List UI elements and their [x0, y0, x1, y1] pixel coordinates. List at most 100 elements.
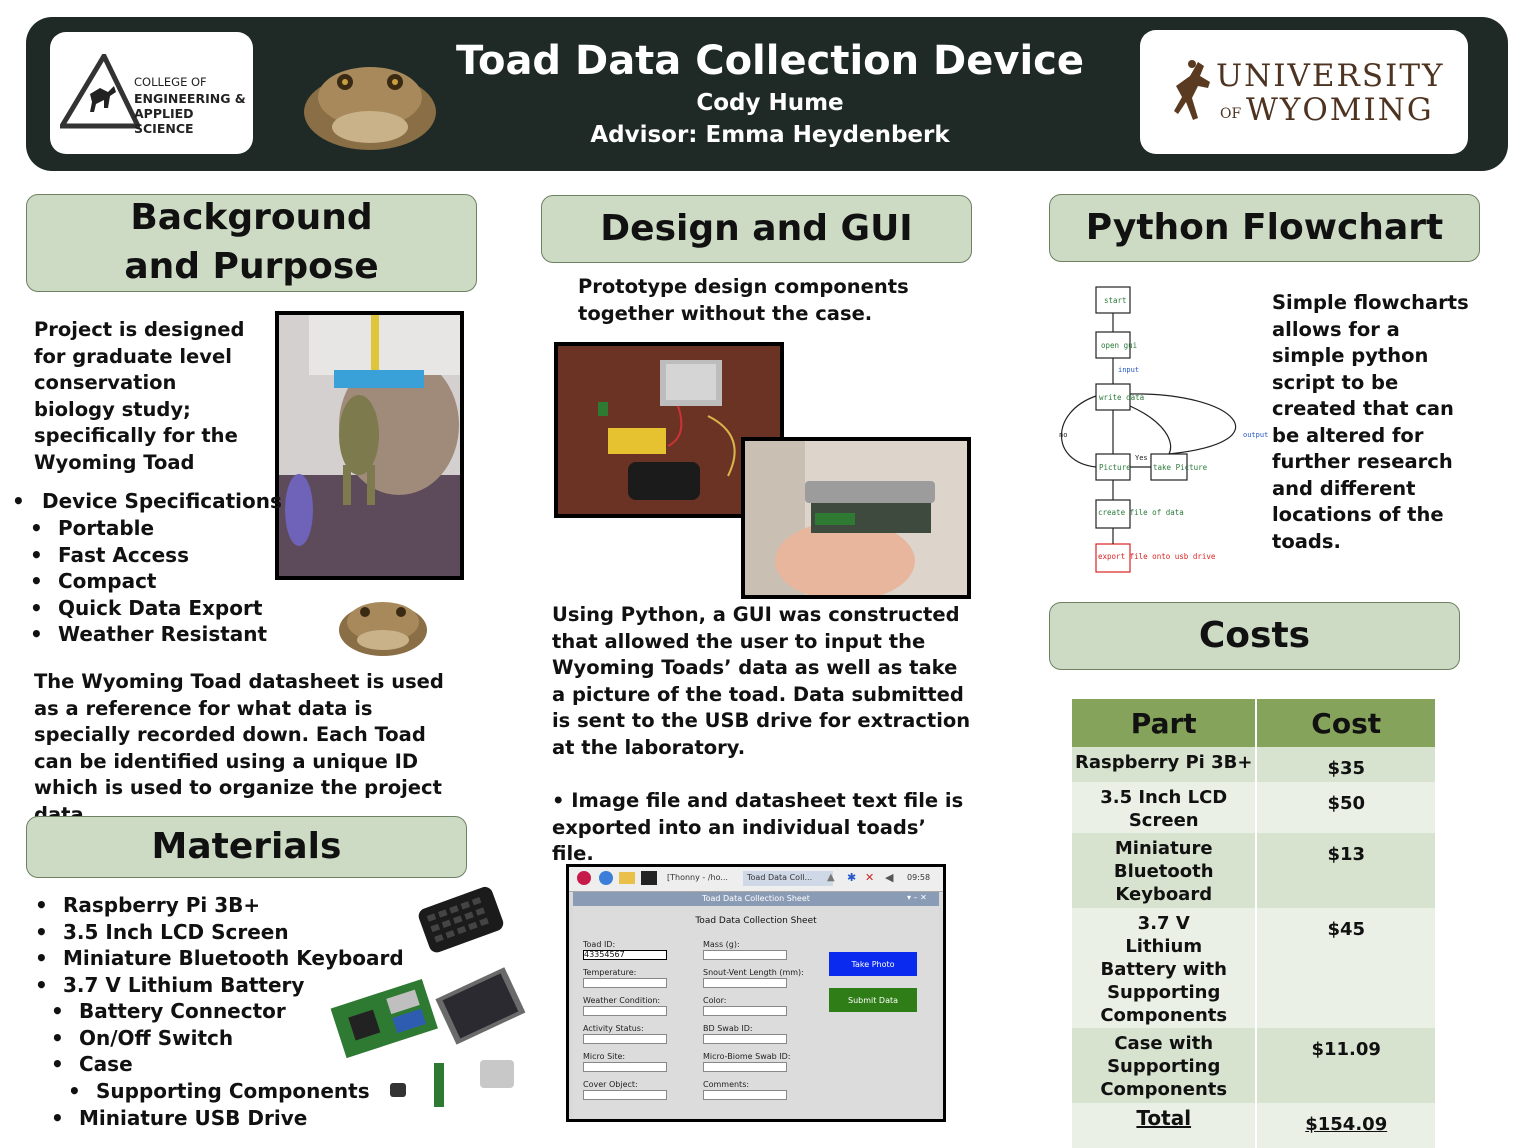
advisor-name: Advisor: Emma Heydenberk — [590, 122, 950, 148]
table-row: Case with Supporting Components $11.09 — [1072, 1028, 1437, 1103]
temperature-label: Temperature: — [583, 968, 637, 977]
eject-icon[interactable]: ▲ — [827, 872, 835, 883]
triangle-logo-icon — [60, 54, 140, 129]
wyoming-wordmark: WYOMING — [1246, 92, 1434, 128]
flow-node-export: export file onto usb drive — [1098, 552, 1216, 561]
cost-cell: $45 — [1256, 908, 1437, 1028]
mass-input[interactable] — [703, 950, 787, 960]
svl-label: Snout-Vent Length (mm): — [703, 968, 804, 977]
gui-taskbar: [Thonny - /ho... Toad Data Coll... ▲ ✱ ✕… — [569, 867, 943, 892]
comments-input[interactable] — [703, 1090, 787, 1100]
network-off-icon[interactable]: ✕ — [865, 871, 874, 884]
materials-subsublist: Supporting Components — [68, 1078, 370, 1105]
gui-screenshot: [Thonny - /ho... Toad Data Coll... ▲ ✱ ✕… — [566, 864, 946, 1122]
raspberry-icon[interactable] — [577, 871, 591, 885]
flow-node-start: start — [1104, 296, 1127, 305]
submit-data-button[interactable]: Submit Data — [829, 988, 917, 1012]
toad-id-label: Toad ID: — [583, 940, 616, 949]
spec-item: Weather Resistant — [30, 621, 267, 648]
take-photo-button[interactable]: Take Photo — [829, 952, 917, 976]
edge-label-yes: Yes — [1135, 454, 1148, 462]
edge-label-input: input — [1118, 366, 1139, 374]
spec-item: Fast Access — [30, 542, 267, 569]
toad-photo — [304, 67, 436, 150]
university-wordmark: UNIVERSITY — [1216, 58, 1445, 94]
material-subitem: Battery Connector — [51, 998, 286, 1025]
flow-node-create-file: create file of data — [1098, 508, 1184, 517]
microbiome-input[interactable] — [703, 1062, 787, 1072]
part-cell: 3.5 Inch LCD Screen — [1072, 782, 1258, 833]
microbiome-label: Micro-Biome Swab ID: — [703, 1052, 791, 1061]
material-subsubitem: Supporting Components — [68, 1078, 370, 1105]
gui-window-title: Toad Data Collection Sheet — [702, 894, 810, 903]
flow-node-picture: Picture — [1099, 463, 1131, 472]
comments-label: Comments: — [703, 1080, 750, 1089]
bluetooth-icon[interactable]: ✱ — [847, 871, 856, 884]
bd-swab-label: BD Swab ID: — [703, 1024, 753, 1033]
window-controls-icon[interactable]: ▾ – ✕ — [907, 893, 927, 902]
handheld-prototype-illustration — [745, 441, 967, 595]
globe-icon[interactable] — [599, 871, 613, 885]
micro-site-input[interactable] — [583, 1062, 667, 1072]
flowchart-heading: Python Flowchart — [1049, 194, 1480, 262]
table-row: 3.7 V Lithium Battery with Supporting Co… — [1072, 908, 1437, 1028]
toad-id-input[interactable]: 43354567 — [583, 950, 667, 960]
svl-input[interactable] — [703, 978, 787, 988]
cost-cell: $35 — [1256, 747, 1437, 782]
temperature-input[interactable] — [583, 978, 667, 988]
spec-item: Compact — [30, 568, 267, 595]
terminal-icon[interactable] — [641, 871, 657, 885]
activity-label: Activity Status: — [583, 1024, 644, 1033]
volume-icon[interactable]: ◀ — [885, 871, 893, 884]
flowchart-description: Simple flowcharts allows for a simple py… — [1272, 291, 1469, 553]
edge-label-output: output — [1243, 431, 1268, 439]
prototype-photo-2 — [741, 437, 971, 599]
gui-sheet-title: Toad Data Collection Sheet — [695, 916, 817, 926]
col-part-header: Part — [1072, 699, 1258, 747]
author-name: Cody Hume — [696, 90, 844, 116]
photo-illustration — [279, 315, 460, 576]
spec-item: Quick Data Export — [30, 595, 267, 622]
spec-item: Portable — [30, 515, 267, 542]
material-subitem: On/Off Switch — [51, 1025, 286, 1052]
logo-line-1: COLLEGE OF — [134, 75, 207, 89]
flow-node-take-picture: take Picture — [1153, 463, 1208, 472]
edge-label-no: no — [1059, 431, 1067, 439]
logo-line-2: ENGINEERING & — [134, 91, 246, 106]
mass-label: Mass (g): — [703, 940, 740, 949]
python-flowchart: start open gui write data Picture take P… — [1059, 286, 1268, 573]
of-wordmark: OF — [1220, 106, 1242, 122]
toad-handling-photo — [275, 311, 464, 580]
table-row: Miniature Bluetooth Keyboard $13 — [1072, 833, 1437, 908]
taskbar-toad-app[interactable]: Toad Data Coll... — [747, 873, 812, 882]
flowchart-heading-text: Python Flowchart — [1085, 206, 1444, 248]
export-description: • Image file and datasheet text file is … — [552, 789, 964, 865]
university-logo: UNIVERSITY OF WYOMING — [1140, 30, 1468, 154]
materials-photos — [330, 886, 526, 1107]
folder-icon[interactable] — [619, 872, 635, 884]
bd-swab-input[interactable] — [703, 1034, 787, 1044]
micro-site-label: Micro Site: — [583, 1052, 626, 1061]
total-value: $154.09 — [1256, 1103, 1437, 1148]
gui-window-titlebar[interactable]: Toad Data Collection Sheet ▾ – ✕ — [573, 892, 939, 906]
part-cell: 3.7 V Lithium Battery with Supporting Co… — [1072, 908, 1258, 1028]
cover-object-input[interactable] — [583, 1090, 667, 1100]
cost-cell: $50 — [1256, 782, 1437, 833]
cover-object-label: Cover Object: — [583, 1080, 638, 1089]
total-label: Total — [1072, 1103, 1258, 1148]
part-cell: Case with Supporting Components — [1072, 1028, 1258, 1103]
materials-lastlist: Miniature USB Drive — [51, 1105, 307, 1132]
costs-heading-text: Costs — [1198, 614, 1311, 656]
costs-heading: Costs — [1049, 602, 1460, 670]
color-input[interactable] — [703, 1006, 787, 1016]
materials-heading: Materials — [26, 816, 467, 878]
poster-title: Toad Data Collection Device — [455, 38, 1084, 84]
costs-table: Part Cost Raspberry Pi 3B+ $35 3.5 Inch … — [1072, 699, 1437, 1148]
part-cell: Raspberry Pi 3B+ — [1072, 747, 1258, 782]
activity-input[interactable] — [583, 1034, 667, 1044]
color-label: Color: — [703, 996, 727, 1005]
bucking-horse-icon — [1174, 60, 1210, 120]
taskbar-thonny[interactable]: [Thonny - /ho... — [667, 873, 728, 882]
weather-input[interactable] — [583, 1006, 667, 1016]
college-logo: COLLEGE OF ENGINEERING & APPLIED SCIENCE — [50, 32, 253, 154]
